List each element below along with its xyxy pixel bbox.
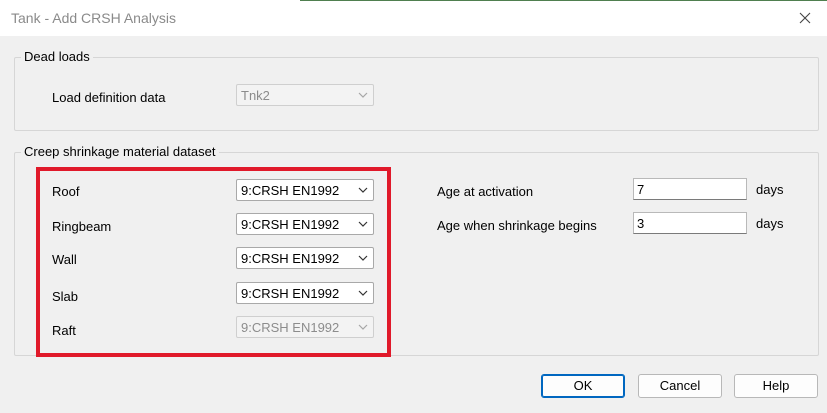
title-accent-line — [300, 0, 827, 1]
slab-label: Slab — [52, 289, 79, 304]
dead-loads-group-label: Dead loads — [21, 49, 93, 64]
ringbeam-value: 9:CRSH EN1992 — [241, 217, 340, 232]
roof-label: Roof — [52, 184, 80, 199]
age-shrinkage-input[interactable]: 3 — [633, 212, 747, 234]
slab-select[interactable]: 9:CRSH EN1992 — [236, 282, 374, 304]
wall-value: 9:CRSH EN1992 — [241, 251, 340, 266]
load-definition-label: Load definition data — [52, 90, 166, 105]
age-activation-unit: days — [756, 182, 784, 197]
chevron-down-icon — [358, 92, 368, 98]
title-bar: Tank - Add CRSH Analysis — [0, 0, 827, 36]
close-icon — [799, 12, 811, 24]
chevron-down-icon — [358, 221, 368, 227]
chevron-down-icon — [358, 255, 368, 261]
wall-label: Wall — [52, 252, 77, 267]
age-shrinkage-value: 3 — [637, 216, 645, 231]
chevron-down-icon — [358, 290, 368, 296]
age-shrinkage-unit: days — [756, 216, 784, 231]
age-activation-value: 7 — [637, 182, 645, 197]
roof-select[interactable]: 9:CRSH EN1992 — [236, 179, 374, 201]
chevron-down-icon — [358, 324, 368, 330]
roof-value: 9:CRSH EN1992 — [241, 183, 340, 198]
creep-shrinkage-group-label: Creep shrinkage material dataset — [21, 144, 219, 159]
raft-value: 9:CRSH EN1992 — [241, 320, 340, 335]
window-title: Tank - Add CRSH Analysis — [11, 10, 176, 26]
load-definition-value: Tnk2 — [241, 88, 270, 103]
load-definition-select[interactable]: Tnk2 — [236, 84, 374, 106]
wall-select[interactable]: 9:CRSH EN1992 — [236, 247, 374, 269]
chevron-down-icon — [358, 187, 368, 193]
age-shrinkage-label: Age when shrinkage begins — [437, 218, 597, 233]
cancel-button[interactable]: Cancel — [638, 374, 722, 398]
raft-label: Raft — [52, 323, 76, 338]
ringbeam-label: Ringbeam — [52, 219, 112, 234]
ringbeam-select[interactable]: 9:CRSH EN1992 — [236, 213, 374, 235]
age-activation-label: Age at activation — [437, 184, 534, 199]
help-button[interactable]: Help — [734, 374, 818, 398]
slab-value: 9:CRSH EN1992 — [241, 286, 340, 301]
age-activation-input[interactable]: 7 — [633, 178, 747, 200]
ok-button[interactable]: OK — [541, 374, 625, 398]
raft-select[interactable]: 9:CRSH EN1992 — [236, 316, 374, 338]
close-button[interactable] — [783, 0, 827, 36]
